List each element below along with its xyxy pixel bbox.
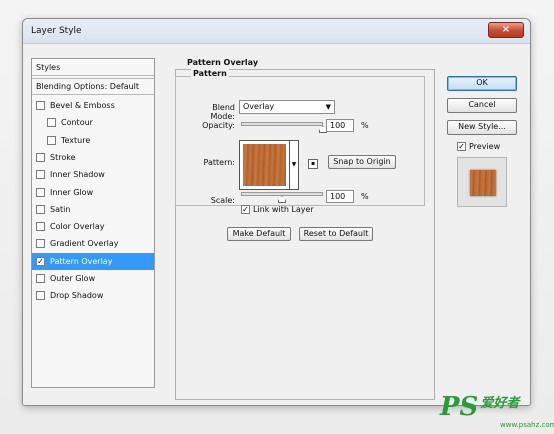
wood-pattern-swatch	[243, 144, 286, 186]
scale-label: Scale:	[210, 196, 235, 205]
style-item[interactable]: Inner Glow	[32, 184, 154, 201]
style-checkbox[interactable]: ✓	[36, 256, 45, 266]
chevron-down-icon: ▼	[325, 103, 331, 111]
style-checkbox[interactable]	[36, 101, 45, 110]
style-checkbox[interactable]	[36, 274, 45, 283]
style-item[interactable]: Inner Shadow	[32, 166, 154, 183]
style-checkbox[interactable]	[47, 135, 56, 145]
style-item[interactable]: Color Overlay	[32, 218, 154, 235]
ok-button[interactable]: OK	[447, 76, 517, 91]
style-item-label: Pattern Overlay	[50, 256, 113, 266]
style-preview	[457, 157, 507, 207]
style-item-label: Gradient Overlay	[50, 239, 119, 249]
blend-mode-value: Overlay	[243, 102, 275, 111]
watermark-logo: PS 爱好者	[440, 392, 519, 422]
style-item[interactable]: Outer Glow	[32, 270, 154, 287]
style-item-label: Inner Glow	[50, 187, 94, 197]
style-item-label: Outer Glow	[50, 274, 96, 283]
style-item[interactable]: Stroke	[32, 149, 154, 166]
scale-input[interactable]: 100	[326, 190, 354, 203]
title-bar[interactable]: Layer Style ×	[23, 19, 530, 44]
styles-header[interactable]: Styles	[32, 59, 154, 76]
style-item[interactable]: Texture	[32, 132, 154, 149]
blend-mode-label: Blend Mode:	[210, 103, 236, 121]
style-item-label: Color Overlay	[50, 222, 105, 232]
style-item[interactable]: Satin	[32, 201, 154, 218]
style-item[interactable]: Drop Shadow	[32, 287, 154, 304]
styles-list: Styles Blending Options: Default Bevel &…	[31, 58, 155, 388]
preview-label: Preview	[469, 142, 501, 151]
reset-to-default-button[interactable]: Reset to Default	[299, 227, 373, 241]
pattern-subgroup-title: Pattern	[191, 69, 229, 78]
blending-options-item[interactable]: Blending Options: Default	[32, 78, 154, 95]
style-checkbox[interactable]	[36, 291, 45, 301]
link-with-layer-label: Link with Layer	[253, 205, 314, 214]
style-item[interactable]: ✓ Pattern Overlay	[32, 252, 154, 270]
style-item[interactable]: Bevel & Emboss	[32, 97, 154, 114]
dialog-title: Layer Style	[31, 26, 82, 36]
close-button[interactable]: ×	[488, 22, 524, 38]
style-checkbox[interactable]	[36, 204, 45, 214]
style-item[interactable]: Gradient Overlay	[32, 235, 154, 252]
preview-swatch	[470, 170, 496, 196]
style-checkbox[interactable]	[36, 152, 45, 162]
scale-percent: %	[361, 192, 369, 201]
style-checkbox[interactable]	[36, 222, 45, 232]
style-checkbox[interactable]	[47, 118, 56, 128]
style-checkbox[interactable]	[36, 170, 45, 180]
opacity-percent: %	[361, 121, 369, 130]
new-style-button[interactable]: New Style...	[447, 120, 517, 135]
style-item-label: Drop Shadow	[50, 291, 104, 301]
preview-checkbox[interactable]: ✓	[457, 142, 466, 151]
new-preset-icon[interactable]: ▪	[308, 159, 318, 169]
cancel-button[interactable]: Cancel	[447, 98, 517, 113]
make-default-button[interactable]: Make Default	[227, 227, 291, 241]
watermark-brand: PS	[440, 392, 479, 422]
style-item-label: Contour	[61, 118, 93, 128]
opacity-input[interactable]: 100	[326, 119, 354, 132]
watermark-cn: 爱好者	[480, 396, 520, 411]
scale-slider[interactable]	[241, 192, 323, 196]
style-item-label: Satin	[50, 204, 71, 214]
link-with-layer-checkbox[interactable]: ✓	[241, 205, 250, 214]
style-checkbox[interactable]	[36, 239, 45, 249]
watermark-url: www.psahz.com	[500, 421, 554, 429]
style-item-label: Stroke	[50, 152, 76, 162]
style-item-label: Bevel & Emboss	[50, 101, 115, 110]
snap-to-origin-button[interactable]: Snap to Origin	[328, 155, 396, 169]
pattern-picker[interactable]	[239, 140, 290, 190]
opacity-slider[interactable]	[241, 122, 323, 126]
style-checkbox[interactable]	[36, 187, 45, 197]
pattern-label: Pattern:	[203, 158, 235, 167]
dialog-content: Styles Blending Options: Default Bevel &…	[23, 45, 530, 405]
pattern-subgroup	[175, 76, 425, 206]
layer-style-dialog: Layer Style × Styles Blending Options: D…	[22, 18, 531, 406]
opacity-label: Opacity:	[202, 121, 235, 130]
style-item[interactable]: Contour	[32, 114, 154, 131]
style-item-label: Inner Shadow	[50, 170, 105, 180]
style-item-label: Texture	[61, 135, 91, 145]
pattern-overlay-title: Pattern Overlay	[185, 58, 261, 67]
pattern-dropdown-arrow-icon[interactable]: ▼	[290, 140, 299, 190]
blend-mode-select[interactable]: Overlay ▼	[239, 100, 335, 114]
